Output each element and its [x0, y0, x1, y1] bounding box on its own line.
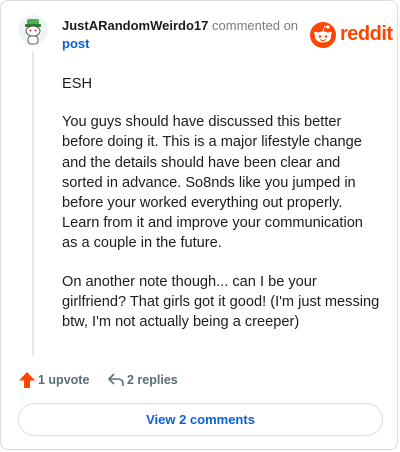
comment-paragraph: On another note though... can I be your …	[62, 273, 380, 331]
comment-body: ESH You guys should have discussed this …	[62, 74, 382, 350]
reply-arrow-icon[interactable]	[107, 372, 125, 388]
avatar[interactable]	[18, 15, 48, 45]
username-link[interactable]: JustARandomWeirdo17	[62, 18, 208, 33]
comment-paragraph: ESH	[62, 76, 93, 92]
reddit-wordmark[interactable]: reddit	[340, 23, 393, 46]
upvote-count[interactable]: 1 upvote	[38, 373, 89, 387]
snoo-avatar-icon	[18, 15, 48, 45]
post-link[interactable]: post	[62, 36, 89, 51]
comment-header: JustARandomWeirdo17 commented on	[62, 18, 298, 33]
comment-paragraph: You guys should have discussed this bett…	[62, 114, 363, 252]
replies-count[interactable]: 2 replies	[127, 373, 178, 387]
thread-line[interactable]	[32, 51, 34, 356]
view-comments-button[interactable]: View 2 comments	[18, 403, 383, 436]
view-comments-label: View 2 comments	[146, 412, 255, 427]
commented-on-text: commented on	[212, 18, 299, 33]
upvote-arrow-icon[interactable]	[18, 371, 36, 389]
reddit-logo-icon[interactable]	[310, 20, 336, 48]
comment-card: JustARandomWeirdo17 commented on post re…	[0, 0, 398, 450]
